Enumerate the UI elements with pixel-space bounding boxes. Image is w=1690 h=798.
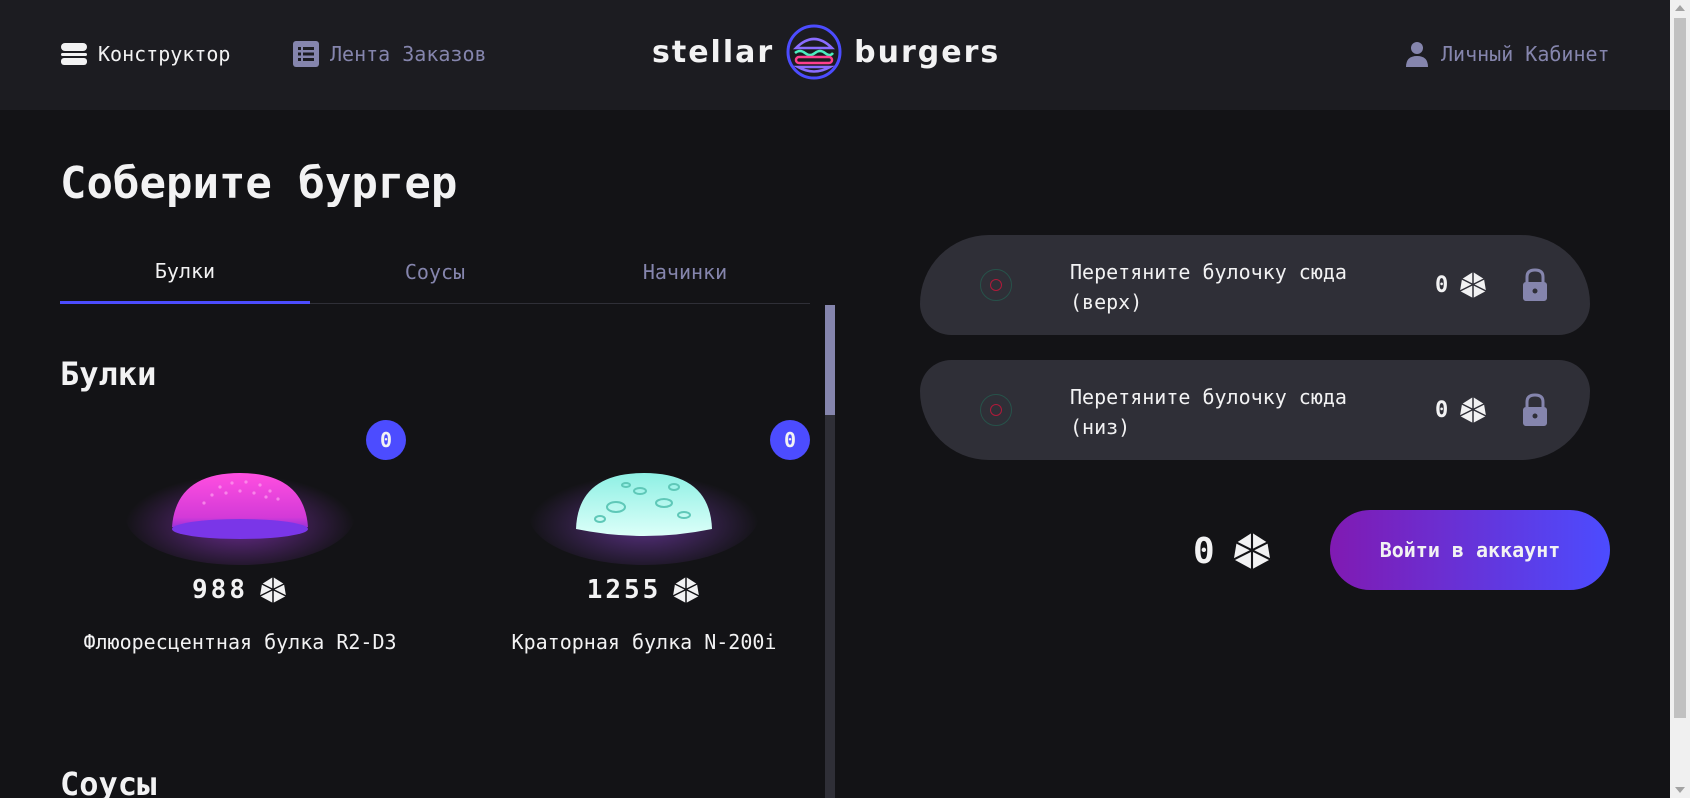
slot-price-value: 0	[1435, 397, 1449, 423]
drop-indicator-icon	[980, 394, 1012, 426]
ingredient-card[interactable]: 0 1255 Краторная булка N-200i	[474, 420, 814, 680]
logo-text-left: stellar	[652, 34, 775, 70]
app-header: Конструктор Лента Заказов stellar burger…	[0, 0, 1670, 110]
window-scrollbar[interactable]	[1670, 0, 1690, 798]
slot-price-value: 0	[1435, 272, 1449, 298]
fluorescent-bun-image	[125, 465, 355, 565]
burger-icon	[61, 43, 87, 65]
currency-icon	[672, 577, 700, 603]
burger-logo-icon	[786, 24, 842, 80]
slot-price: 0	[1435, 268, 1488, 302]
ingredient-card[interactable]: 0 988 Флюоресцентная булка R2-D3	[70, 420, 410, 680]
page-title: Соберите бургер	[60, 158, 458, 209]
slot-placeholder-text: Перетяните булочку сюда (низ)	[1070, 385, 1347, 439]
tab-buns[interactable]: Булки	[60, 240, 310, 304]
nav-profile[interactable]: Личный Кабинет	[1403, 38, 1610, 70]
crater-bun-image	[529, 465, 759, 565]
nav-constructor-label: Конструктор	[98, 42, 231, 66]
lock-icon	[1523, 393, 1547, 426]
currency-icon	[1459, 272, 1487, 298]
tab-fillings[interactable]: Начинки	[560, 240, 810, 304]
ingredient-price: 1255	[474, 575, 814, 605]
slot-price: 0	[1435, 393, 1488, 427]
nav-constructor[interactable]: Конструктор	[60, 38, 230, 70]
ingredients-scrollbar-thumb[interactable]	[825, 305, 835, 415]
ingredient-price: 988	[70, 575, 410, 605]
nav-profile-label: Личный Кабинет	[1441, 42, 1610, 66]
drop-indicator-icon	[980, 269, 1012, 301]
section-title-sauces: Соусы	[60, 765, 157, 798]
currency-icon	[1459, 397, 1487, 423]
window-scrollbar-thumb[interactable]	[1674, 18, 1686, 718]
list-icon	[293, 41, 319, 67]
ingredient-name: Флюоресцентная булка R2-D3	[83, 630, 397, 654]
ingredient-name: Краторная булка N-200i	[511, 630, 777, 654]
ingredient-price-value: 988	[192, 575, 248, 605]
nav-feed[interactable]: Лента Заказов	[292, 38, 487, 70]
ingredient-tabs: Булки Соусы Начинки	[60, 240, 810, 304]
ingredient-count-badge: 0	[366, 420, 406, 460]
constructor-slot-bottom[interactable]: Перетяните булочку сюда (низ) 0	[920, 360, 1590, 460]
login-button[interactable]: Войти в аккаунт	[1330, 510, 1610, 590]
scroll-up-arrow-icon[interactable]	[1675, 5, 1685, 11]
ingredients-scrollbar[interactable]	[825, 305, 835, 798]
profile-icon	[1406, 42, 1428, 67]
order-total-value: 0	[1193, 530, 1215, 572]
logo-text-right: burgers	[854, 34, 1001, 70]
tab-sauces[interactable]: Соусы	[310, 240, 560, 304]
ingredient-price-value: 1255	[586, 575, 662, 605]
currency-icon	[259, 577, 287, 603]
order-total: 0	[1193, 527, 1273, 575]
slot-placeholder-text: Перетяните булочку сюда (верх)	[1070, 260, 1347, 314]
scroll-down-arrow-icon[interactable]	[1675, 787, 1685, 793]
ingredient-count-badge: 0	[770, 420, 810, 460]
currency-icon	[1233, 532, 1271, 570]
lock-icon	[1523, 268, 1547, 301]
constructor-slot-top[interactable]: Перетяните булочку сюда (верх) 0	[920, 235, 1590, 335]
section-title-buns: Булки	[60, 355, 157, 393]
logo[interactable]: stellar burgers	[652, 22, 1000, 82]
nav-feed-label: Лента Заказов	[330, 42, 487, 66]
